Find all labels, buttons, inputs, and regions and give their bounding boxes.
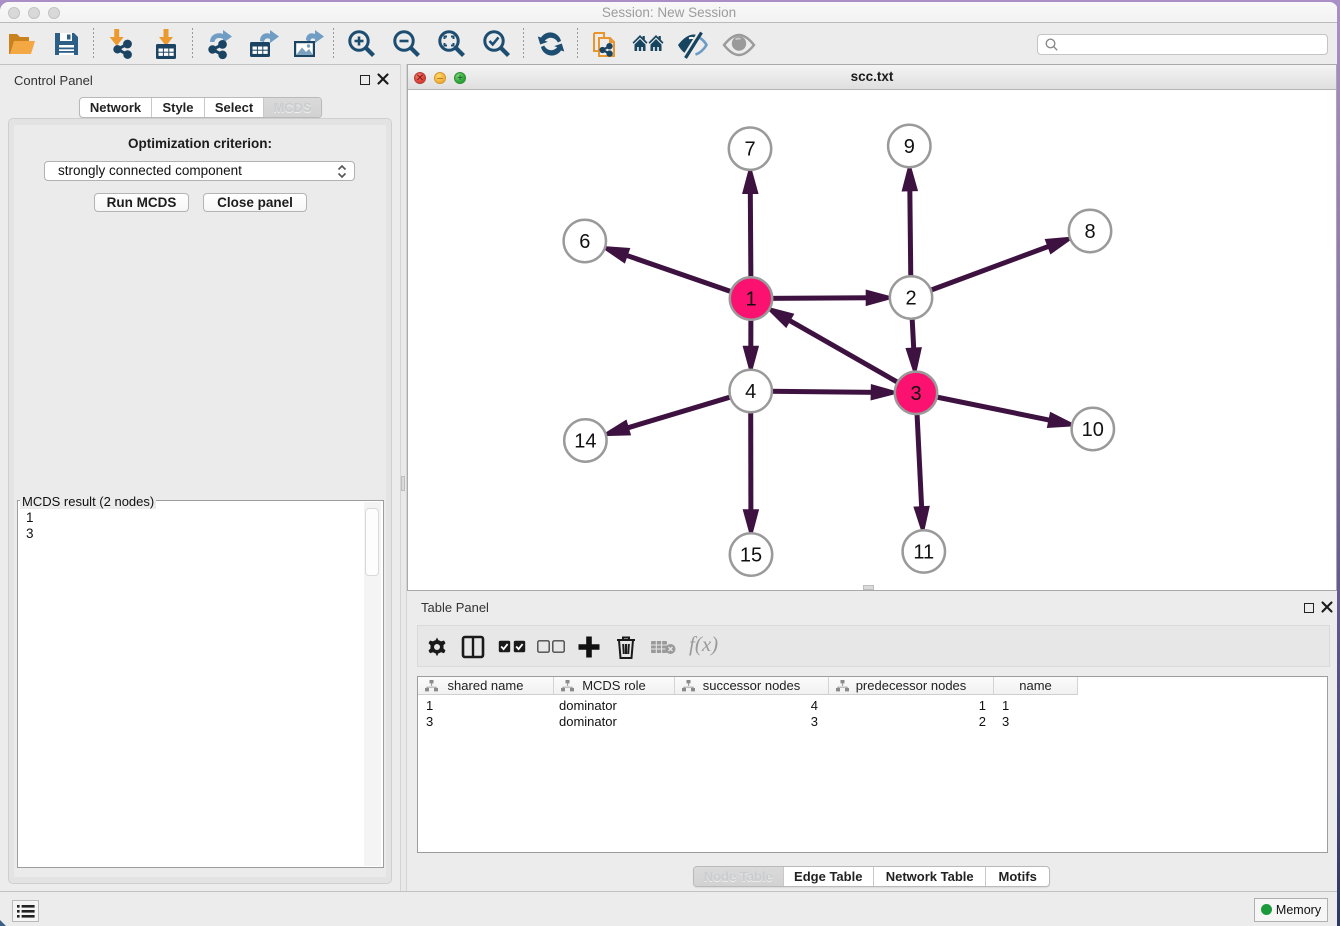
svg-text:8: 8 [1084, 221, 1095, 243]
svg-text:9: 9 [904, 136, 915, 158]
svg-text:3: 3 [910, 383, 921, 405]
svg-text:11: 11 [913, 541, 934, 563]
svg-text:10: 10 [1082, 419, 1104, 441]
svg-text:6: 6 [579, 231, 590, 253]
svg-text:7: 7 [744, 139, 755, 161]
svg-text:15: 15 [740, 545, 762, 567]
svg-text:14: 14 [574, 431, 596, 453]
svg-text:4: 4 [745, 381, 756, 403]
svg-text:1: 1 [745, 289, 756, 311]
svg-text:2: 2 [905, 288, 916, 310]
